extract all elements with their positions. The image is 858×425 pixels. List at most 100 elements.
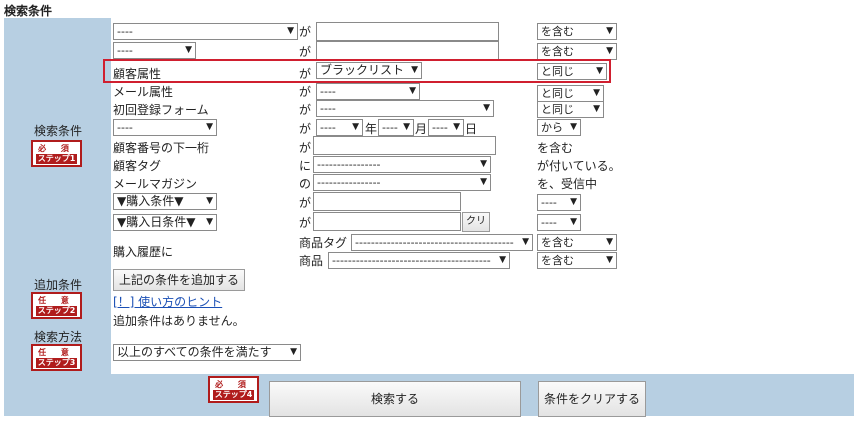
step2-badge: 任 意 ステップ2 (31, 292, 82, 319)
chevron-down-icon: ▼ (453, 122, 460, 132)
chevron-down-icon: ▼ (606, 255, 613, 265)
r8-value-select[interactable]: ---------------- ▼ (313, 156, 491, 173)
additional-conditions-label: 追加条件 (34, 278, 83, 292)
r10-particle: が (299, 196, 312, 210)
r4-op-value: と同じ (541, 87, 574, 100)
clear-input-button[interactable]: クリ (462, 212, 490, 232)
r9-value: ---------------- (317, 176, 381, 189)
r5-op-select[interactable]: と同じ ▼ (537, 101, 604, 118)
step4-badge-bottom: ステップ4 (213, 390, 254, 400)
r11-particle: が (299, 216, 312, 230)
chevron-down-icon: ▼ (606, 46, 613, 56)
r6-day-value: ---- (432, 121, 448, 134)
chevron-down-icon: ▼ (480, 177, 487, 187)
r4-particle: が (299, 85, 312, 99)
r10-op-select[interactable]: ---- ▼ (537, 194, 581, 211)
chevron-down-icon: ▼ (606, 26, 613, 36)
r11-field-value: ▼購入日条件▼ (117, 215, 196, 229)
r2-field-value: ---- (117, 44, 133, 57)
r6-day-label: 日 (465, 122, 478, 136)
product-select[interactable]: ----------------------------------------… (328, 252, 510, 269)
r9-label: メールマガジン (113, 177, 198, 191)
r11-op-select[interactable]: ---- ▼ (537, 214, 581, 231)
product-tag-op-select[interactable]: を含む ▼ (537, 234, 617, 251)
r6-year-value: ---- (320, 121, 336, 134)
r4-value: ---- (320, 85, 336, 98)
r11-op-value: ---- (541, 216, 557, 229)
r7-particle: が (299, 141, 312, 155)
chevron-down-icon: ▼ (409, 86, 416, 96)
r10-field-select[interactable]: ▼購入条件▼ ▼ (113, 193, 217, 210)
r10-value-input[interactable] (313, 192, 461, 211)
r2-value-input[interactable] (316, 41, 499, 60)
r5-value-select[interactable]: ---- ▼ (316, 100, 494, 117)
add-condition-button[interactable]: 上記の条件を追加する (113, 269, 245, 291)
r1-value-input[interactable] (316, 22, 499, 41)
chevron-down-icon: ▼ (352, 122, 359, 132)
r11-field-select[interactable]: ▼購入日条件▼ ▼ (113, 214, 217, 231)
product-tag-select[interactable]: ----------------------------------------… (351, 234, 533, 251)
product-label: 商品 (299, 254, 324, 268)
chevron-down-icon: ▼ (593, 104, 600, 114)
step1-badge: 必 須 ステップ1 (31, 140, 82, 167)
r9-particle: の (299, 177, 312, 191)
r7-value-input[interactable] (313, 136, 496, 155)
product-tag-value: ---------------------------------------- (355, 236, 514, 249)
product-tag-label: 商品タグ (299, 236, 348, 250)
clear-conditions-button[interactable]: 条件をクリアする (538, 381, 646, 417)
r12-label: 購入履歴に (113, 245, 174, 259)
r6-month-select[interactable]: ---- ▼ (378, 119, 414, 136)
chevron-down-icon: ▼ (290, 347, 297, 357)
chevron-down-icon: ▼ (483, 103, 490, 113)
product-value: ---------------------------------------- (332, 254, 491, 267)
step1-badge-top: 必 須 (38, 144, 75, 153)
r7-label: 顧客番号の下一桁 (113, 141, 210, 155)
r9-value-select[interactable]: ---------------- ▼ (313, 174, 491, 191)
chevron-down-icon: ▼ (570, 217, 577, 227)
r5-op-value: と同じ (541, 103, 574, 116)
product-op-select[interactable]: を含む ▼ (537, 252, 617, 269)
r5-value: ---- (320, 102, 336, 115)
r6-day-select[interactable]: ---- ▼ (428, 119, 464, 136)
r6-year-select[interactable]: ---- ▼ (316, 119, 363, 136)
product-op-value: を含む (541, 254, 574, 267)
hint-link[interactable]: [！] 使い方のヒント (113, 293, 222, 310)
r8-label: 顧客タグ (113, 159, 162, 173)
chevron-down-icon: ▼ (287, 26, 294, 36)
chevron-down-icon: ▼ (522, 237, 529, 247)
r6-field-value: ---- (117, 121, 133, 134)
r2-op-value: を含む (541, 45, 574, 58)
chevron-down-icon: ▼ (403, 122, 410, 132)
r2-op-select[interactable]: を含む ▼ (537, 43, 617, 60)
step4-badge: 必 須 ステップ4 (208, 376, 259, 403)
r8-particle: に (299, 159, 312, 173)
r1-field-select[interactable]: ---- ▼ (113, 23, 298, 40)
r4-op-select[interactable]: と同じ ▼ (537, 85, 604, 102)
step3-badge: 任 意 ステップ3 (31, 344, 82, 371)
r5-label: 初回登録フォーム (113, 103, 209, 117)
r6-month-label: 月 (415, 122, 428, 136)
chevron-down-icon: ▼ (206, 196, 213, 206)
product-tag-op-value: を含む (541, 236, 574, 249)
search-method-select[interactable]: 以上のすべての条件を満たす ▼ (113, 344, 301, 361)
chevron-down-icon: ▼ (206, 122, 213, 132)
r11-value-input[interactable] (313, 212, 461, 231)
r4-value-select[interactable]: ---- ▼ (316, 83, 420, 100)
r2-particle: が (299, 45, 312, 59)
step4-badge-top: 必 須 (215, 380, 252, 389)
search-conditions-label: 検索条件 (34, 124, 83, 138)
r6-op-value: から (541, 121, 563, 134)
step2-badge-top: 任 意 (38, 296, 75, 305)
r1-particle: が (299, 25, 312, 39)
r4-label: メール属性 (113, 85, 174, 99)
r2-field-select[interactable]: ---- ▼ (113, 42, 196, 59)
r8-op: が付いている。 (537, 159, 621, 173)
chevron-down-icon: ▼ (570, 122, 577, 132)
r6-op-select[interactable]: から ▼ (537, 119, 581, 136)
r6-month-value: ---- (382, 121, 398, 134)
r1-op-select[interactable]: を含む ▼ (537, 23, 617, 40)
search-method-label: 検索方法 (34, 330, 83, 344)
r6-field-select[interactable]: ---- ▼ (113, 119, 217, 136)
search-button[interactable]: 検索する (269, 381, 521, 417)
r6-year-label: 年 (365, 122, 378, 136)
